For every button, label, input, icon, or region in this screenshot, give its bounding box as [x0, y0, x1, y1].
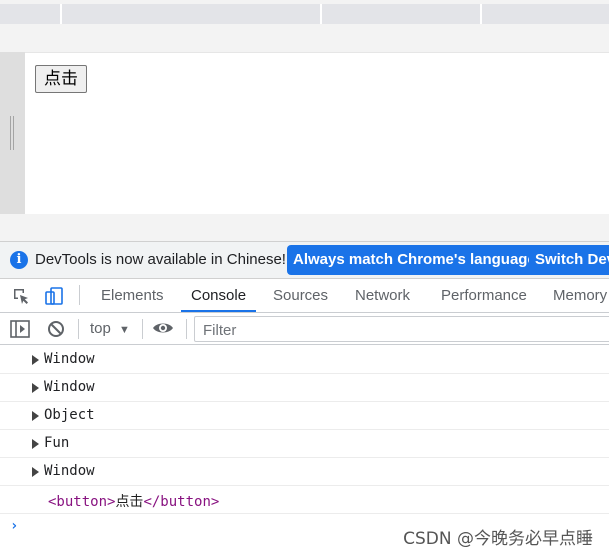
console-message-text: Object: [44, 407, 95, 423]
filter-input[interactable]: Filter: [194, 316, 609, 342]
expand-arrow-icon[interactable]: [32, 411, 39, 421]
inspect-element-icon[interactable]: [12, 287, 30, 305]
ruler-bar: [0, 4, 609, 24]
watermark: CSDN @今晚务必早点睡: [403, 529, 593, 549]
ruler-tick: [320, 4, 322, 24]
resize-gutter[interactable]: [0, 52, 25, 214]
toolbar-divider: [78, 319, 79, 339]
console-message-text: Window: [44, 351, 95, 367]
html-close-tag: </button>: [143, 494, 220, 510]
tab-memory[interactable]: Memory: [543, 279, 609, 312]
console-log: Window Window Object Fun Window <button>…: [0, 346, 609, 514]
html-open-tag: <button>: [48, 494, 116, 510]
toolbar-divider: [186, 319, 187, 339]
console-message[interactable]: Window: [0, 458, 609, 486]
ruler-strip: [0, 0, 609, 26]
toolbar-divider: [142, 319, 143, 339]
filter-placeholder: Filter: [203, 322, 237, 339]
dropdown-arrow-icon: ▼: [119, 324, 130, 336]
console-message[interactable]: Object: [0, 402, 609, 430]
expand-arrow-icon[interactable]: [32, 355, 39, 365]
console-message-text: Window: [44, 379, 95, 395]
console-message-text: Window: [44, 463, 95, 479]
page-content: 点击: [25, 52, 609, 215]
tab-console[interactable]: Console: [181, 279, 257, 312]
console-message[interactable]: Fun: [0, 430, 609, 458]
console-message-text: Fun: [44, 435, 70, 451]
tab-performance[interactable]: Performance: [431, 279, 537, 312]
switch-language-button[interactable]: Switch Dev: [529, 245, 609, 275]
console-html-element[interactable]: <button>点击</button>: [0, 486, 609, 514]
language-infobar: i DevTools is now available in Chinese! …: [0, 241, 609, 279]
html-element-content: 点击: [115, 494, 144, 510]
viewport-top-margin: [0, 26, 609, 52]
always-match-language-button[interactable]: Always match Chrome's language: [287, 245, 542, 275]
console-toolbar: top ▼ Filter: [0, 313, 609, 345]
console-prompt-icon[interactable]: ›: [10, 518, 18, 534]
context-label: top: [90, 320, 111, 337]
tab-network[interactable]: Network: [345, 279, 420, 312]
console-message[interactable]: Window: [0, 346, 609, 374]
console-message[interactable]: Window: [0, 374, 609, 402]
ruler-tick: [480, 4, 482, 24]
expand-arrow-icon[interactable]: [32, 383, 39, 393]
context-selector[interactable]: top ▼: [90, 320, 130, 337]
sidebar-toggle-icon[interactable]: [10, 320, 30, 338]
tab-elements[interactable]: Elements: [91, 279, 174, 312]
tab-sources[interactable]: Sources: [263, 279, 338, 312]
info-icon: i: [10, 251, 28, 269]
devtools-tabbar: Elements Console Sources Network Perform…: [0, 279, 609, 313]
page-viewport: 点击: [0, 52, 609, 215]
viewport-bottom-margin: [0, 214, 609, 241]
resize-grip-icon[interactable]: [10, 116, 11, 150]
infobar-message: DevTools is now available in Chinese!: [35, 251, 286, 268]
page-click-button[interactable]: 点击: [35, 65, 87, 93]
ruler-tick: [60, 4, 62, 24]
clear-console-icon[interactable]: [47, 320, 65, 338]
live-expression-eye-icon[interactable]: [152, 321, 174, 335]
html-element-output[interactable]: <button>点击</button>: [48, 491, 219, 511]
toolbar-divider: [79, 285, 80, 305]
device-toolbar-icon[interactable]: [45, 287, 63, 305]
expand-arrow-icon[interactable]: [32, 467, 39, 477]
expand-arrow-icon[interactable]: [32, 439, 39, 449]
